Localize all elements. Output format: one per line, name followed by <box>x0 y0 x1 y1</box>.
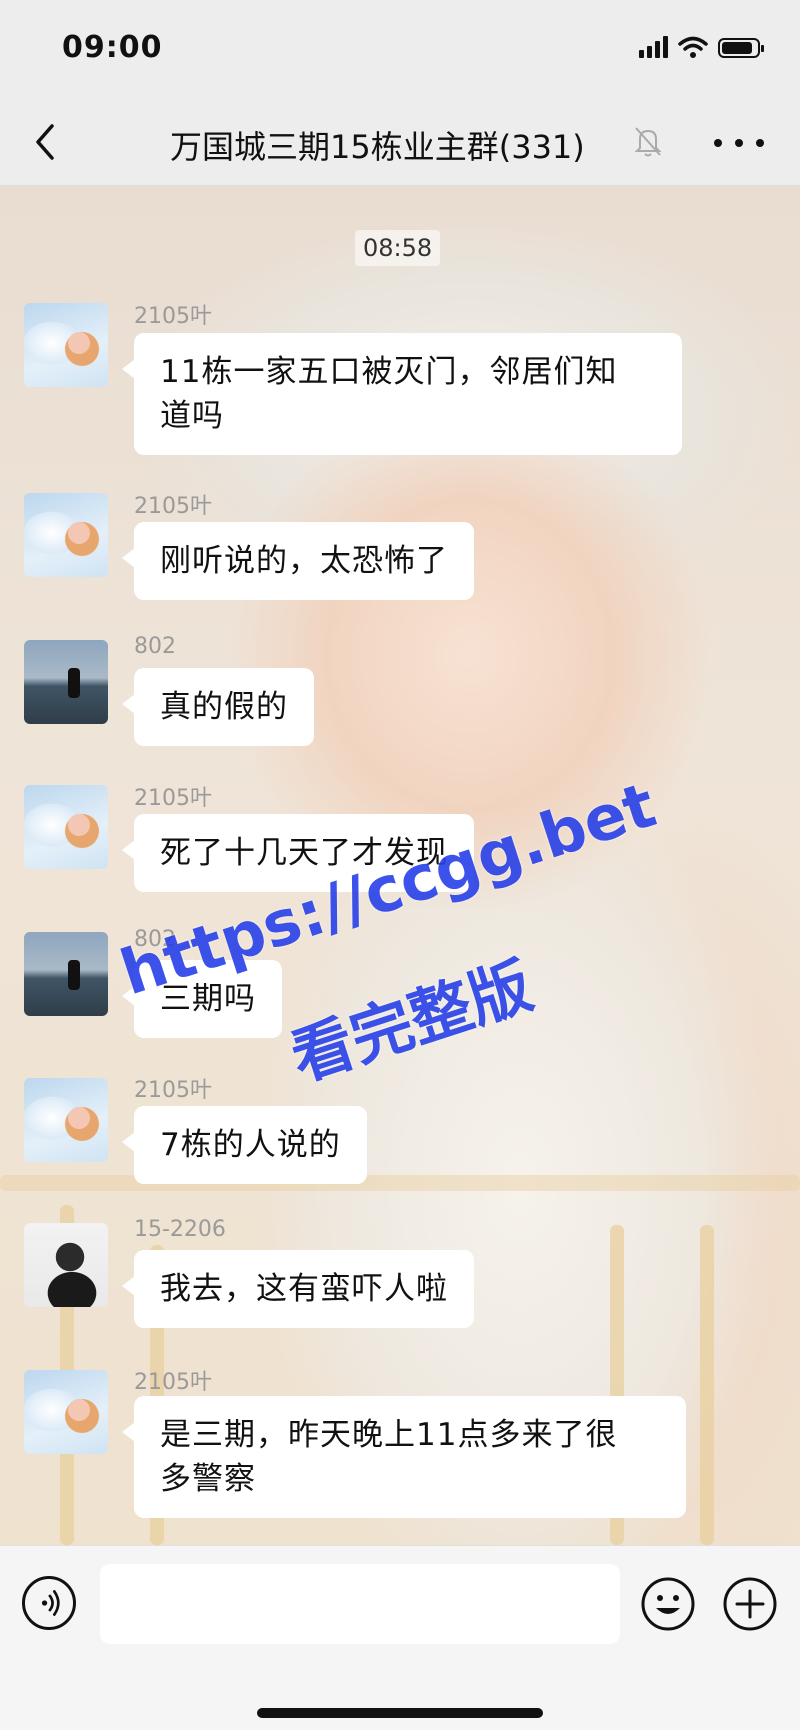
avatar[interactable] <box>24 493 108 577</box>
sender-name: 15-2206 <box>134 1217 226 1242</box>
chat-title: 万国城三期15栋业主群(331) <box>170 128 585 166</box>
message-text-line: 多警察 <box>160 1461 256 1497</box>
more-dot-icon <box>756 139 764 147</box>
sender-name: 2105叶 <box>134 304 212 329</box>
status-bar: 09:00 <box>0 0 800 100</box>
emoji-icon[interactable] <box>640 1576 696 1632</box>
message-bubble[interactable]: 我去，这有蛮吓人啦 <box>122 1250 474 1328</box>
avatar[interactable] <box>24 932 108 1016</box>
cellular-signal-icon <box>639 36 668 58</box>
mute-bell-icon <box>634 127 662 157</box>
home-indicator <box>257 1708 543 1718</box>
avatar[interactable] <box>24 785 108 869</box>
message-input[interactable] <box>100 1564 620 1644</box>
message-bubble[interactable]: 刚听说的，太恐怖了 <box>122 522 474 600</box>
status-time: 09:00 <box>62 30 163 65</box>
sender-name: 2105叶 <box>134 1370 212 1395</box>
sender-name: 802 <box>134 634 176 659</box>
wifi-icon <box>678 36 708 58</box>
voice-input-icon[interactable] <box>22 1576 76 1630</box>
battery-icon <box>718 38 764 58</box>
avatar[interactable] <box>24 1078 108 1162</box>
message-timestamp: 08:58 <box>355 230 441 266</box>
avatar[interactable] <box>24 303 108 387</box>
message-input-bar <box>0 1545 800 1730</box>
message-bubble[interactable]: 11栋一家五口被灭门，邻居们知 道吗 <box>122 333 682 455</box>
back-arrow-icon[interactable] <box>26 120 66 164</box>
message-bubble[interactable]: 是三期，昨天晚上11点多来了很 多警察 <box>122 1396 686 1518</box>
avatar[interactable] <box>24 1223 108 1307</box>
message-bubble[interactable]: 7栋的人说的 <box>122 1106 367 1184</box>
message-text-line: 道吗 <box>160 398 224 434</box>
message-bubble[interactable]: 真的假的 <box>122 668 314 746</box>
chat-header: 万国城三期15栋业主群(331) <box>0 100 800 186</box>
sender-name: 2105叶 <box>134 1078 212 1103</box>
more-dot-icon <box>735 139 743 147</box>
avatar[interactable] <box>24 640 108 724</box>
message-text-line: 11栋一家五口被灭门，邻居们知 <box>160 354 618 390</box>
avatar[interactable] <box>24 1370 108 1454</box>
chat-screen: 09:00 万国城三期15栋业主群(331) 08:58 2105叶 11栋一家… <box>0 0 800 1730</box>
sender-name: 2105叶 <box>134 494 212 519</box>
more-dot-icon <box>714 139 722 147</box>
sender-name: 2105叶 <box>134 786 212 811</box>
add-attachment-icon[interactable] <box>722 1576 778 1632</box>
more-options-button[interactable] <box>714 128 764 158</box>
message-text-line: 是三期，昨天晚上11点多来了很 <box>160 1417 618 1453</box>
